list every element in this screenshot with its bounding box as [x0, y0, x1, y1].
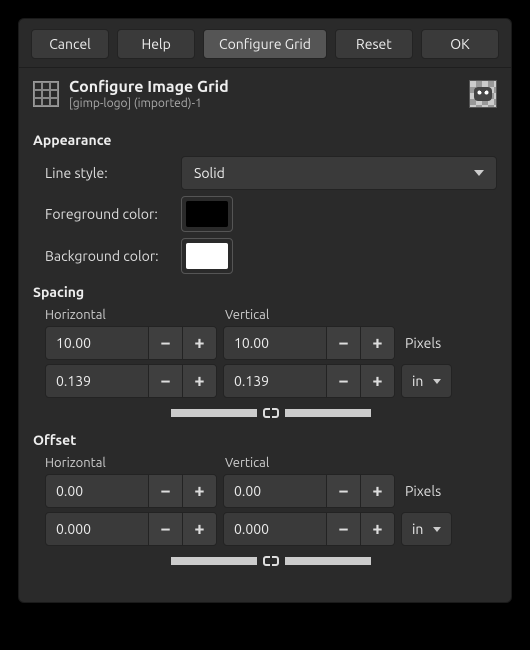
plus-icon[interactable]: + [360, 475, 394, 507]
spacing-unit-value: in [412, 373, 423, 389]
spacing-v-px-spinner[interactable]: − + [223, 326, 395, 360]
ok-button[interactable]: OK [421, 29, 499, 59]
minus-icon[interactable]: − [148, 327, 182, 359]
configure-grid-button[interactable]: Configure Grid [203, 29, 327, 59]
dialog-header: Configure Image Grid [gimp-logo] (import… [19, 68, 511, 116]
chevron-down-icon [474, 170, 484, 176]
reset-button[interactable]: Reset [335, 29, 413, 59]
plus-icon[interactable]: + [360, 513, 394, 545]
spacing-horizontal-header: Horizontal [45, 308, 225, 322]
spacing-h-unit-input[interactable] [46, 365, 148, 397]
spacing-title: Spacing [33, 284, 497, 300]
minus-icon[interactable]: − [326, 365, 360, 397]
offset-h-unit-spinner[interactable]: − + [45, 512, 217, 546]
foreground-color-swatch [186, 201, 228, 227]
link-line [285, 409, 371, 417]
spacing-unit-select[interactable]: in [401, 364, 452, 398]
spacing-h-px-spinner[interactable]: − + [45, 326, 217, 360]
grid-icon [33, 81, 59, 107]
spacing-v-px-input[interactable] [224, 327, 326, 359]
link-line [285, 557, 371, 565]
spacing-h-unit-spinner[interactable]: − + [45, 364, 217, 398]
background-color-label: Background color: [45, 248, 173, 264]
minus-icon[interactable]: − [326, 513, 360, 545]
spacing-px-unit: Pixels [405, 335, 441, 351]
offset-v-px-spinner[interactable]: − + [223, 474, 395, 508]
plus-icon[interactable]: + [182, 513, 216, 545]
minus-icon[interactable]: − [326, 327, 360, 359]
link-line [171, 409, 257, 417]
plus-icon[interactable]: + [182, 327, 216, 359]
plus-icon[interactable]: + [360, 327, 394, 359]
spacing-h-px-input[interactable] [46, 327, 148, 359]
dialog-title: Configure Image Grid [69, 78, 229, 97]
header-text: Configure Image Grid [gimp-logo] (import… [69, 78, 229, 110]
offset-vertical-header: Vertical [225, 456, 269, 470]
offset-v-unit-spinner[interactable]: − + [223, 512, 395, 546]
offset-link-bar [45, 552, 497, 570]
offset-v-unit-input[interactable] [224, 513, 326, 545]
foreground-color-label: Foreground color: [45, 206, 173, 222]
configure-grid-dialog: Cancel Help Configure Grid Reset OK Conf… [18, 18, 512, 603]
chain-link-icon[interactable] [263, 408, 279, 418]
background-color-swatch [186, 243, 228, 269]
offset-h-px-spinner[interactable]: − + [45, 474, 217, 508]
offset-h-unit-input[interactable] [46, 513, 148, 545]
offset-unit-value: in [412, 521, 423, 537]
offset-px-unit: Pixels [405, 483, 441, 499]
image-thumbnail [469, 80, 497, 108]
plus-icon[interactable]: + [182, 475, 216, 507]
offset-h-px-input[interactable] [46, 475, 148, 507]
offset-title: Offset [33, 432, 497, 448]
dialog-toolbar: Cancel Help Configure Grid Reset OK [19, 19, 511, 68]
line-style-label: Line style: [45, 165, 173, 181]
spacing-v-unit-spinner[interactable]: − + [223, 364, 395, 398]
chevron-down-icon [433, 379, 441, 384]
dialog-content: Appearance Line style: Solid Foreground … [19, 116, 511, 580]
line-style-value: Solid [194, 165, 225, 181]
chevron-down-icon [433, 527, 441, 532]
minus-icon[interactable]: − [148, 365, 182, 397]
chain-link-icon[interactable] [263, 556, 279, 566]
appearance-title: Appearance [33, 132, 497, 148]
minus-icon[interactable]: − [326, 475, 360, 507]
cancel-button[interactable]: Cancel [31, 29, 109, 59]
offset-v-px-input[interactable] [224, 475, 326, 507]
line-style-select[interactable]: Solid [181, 156, 497, 190]
help-button[interactable]: Help [117, 29, 195, 59]
plus-icon[interactable]: + [182, 365, 216, 397]
offset-unit-select[interactable]: in [401, 512, 452, 546]
offset-horizontal-header: Horizontal [45, 456, 225, 470]
foreground-color-button[interactable] [181, 196, 233, 232]
plus-icon[interactable]: + [360, 365, 394, 397]
link-line [171, 557, 257, 565]
spacing-link-bar [45, 404, 497, 422]
spacing-v-unit-input[interactable] [224, 365, 326, 397]
spacing-vertical-header: Vertical [225, 308, 269, 322]
minus-icon[interactable]: − [148, 513, 182, 545]
dialog-subtitle: [gimp-logo] (imported)-1 [69, 97, 229, 110]
minus-icon[interactable]: − [148, 475, 182, 507]
background-color-button[interactable] [181, 238, 233, 274]
